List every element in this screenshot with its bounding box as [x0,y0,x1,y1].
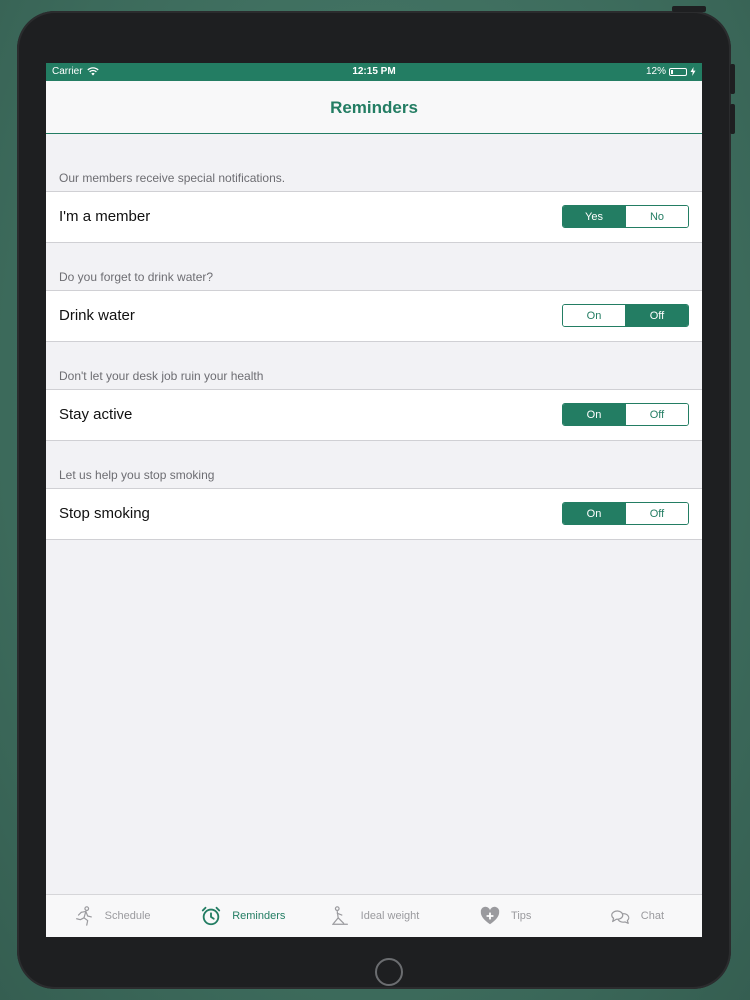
section-header: Do you forget to drink water? [46,243,702,290]
battery-icon [669,67,687,76]
tab-label: Schedule [104,910,151,922]
home-button[interactable] [375,958,403,986]
row-label: Stay active [59,406,133,423]
tab-ideal-weight[interactable]: Ideal weight [308,895,439,937]
row-label: Drink water [59,307,135,324]
segment-off[interactable]: Off [625,305,688,326]
segment-off[interactable]: Off [625,503,688,524]
running-figure-icon [75,906,92,926]
alarm-clock-icon [202,906,221,926]
member-segmented-control[interactable]: Yes No [562,205,689,228]
section-header: Don't let your desk job ruin your health [46,342,702,389]
section-header-text: Don't let your desk job ruin your health [59,369,264,383]
screen: Carrier 12:15 PM 12% Reminders Our membe… [46,63,702,937]
segment-no[interactable]: No [625,206,688,227]
tab-schedule[interactable]: Schedule [46,895,177,937]
yoga-figure-icon [331,906,348,925]
battery-percent: 12% [645,66,666,77]
charging-bolt-icon [690,67,696,76]
segment-off[interactable]: Off [625,404,688,425]
page-title: Reminders [330,98,418,117]
row-label: Stop smoking [59,505,150,522]
tab-label: Tips [511,910,532,922]
tab-bar: Schedule Reminders Ideal weight Tips Cha… [46,894,702,937]
settings-row-stop-smoking: Stop smoking On Off [46,488,702,540]
status-bar: Carrier 12:15 PM 12% [46,63,702,81]
power-button[interactable] [672,6,706,12]
tab-label: Chat [640,910,665,922]
stay-active-segmented-control[interactable]: On Off [562,403,689,426]
segment-on[interactable]: On [563,404,625,425]
section-header: Our members receive special notification… [46,134,702,191]
volume-down-button[interactable] [730,104,735,134]
segment-on[interactable]: On [563,305,625,326]
row-label: I'm a member [59,208,151,225]
section-header-text: Let us help you stop smoking [59,468,215,482]
battery-indicator: 12% [646,66,696,77]
battery-fill [671,69,673,74]
section-header-text: Our members receive special notification… [59,171,286,185]
status-time: 12:15 PM [352,66,396,77]
tab-chat[interactable]: Chat [571,895,702,937]
settings-row-stay-active: Stay active On Off [46,389,702,441]
tab-reminders[interactable]: Reminders [177,895,308,937]
settings-row-drink-water: Drink water On Off [46,290,702,342]
navigation-bar: Reminders [46,81,702,134]
drink-water-segmented-control[interactable]: On Off [562,304,689,327]
section-header-text: Do you forget to drink water? [59,270,214,284]
heart-plus-icon [480,906,500,925]
tab-tips[interactable]: Tips [440,895,571,937]
stop-smoking-segmented-control[interactable]: On Off [562,502,689,525]
volume-up-button[interactable] [730,64,735,94]
settings-row-member: I'm a member Yes No [46,191,702,243]
tab-label: Ideal weight [360,910,420,922]
tab-label: Reminders [232,910,286,922]
segment-yes[interactable]: Yes [563,206,625,227]
segment-on[interactable]: On [563,503,625,524]
settings-list: Our members receive special notification… [46,134,702,540]
chat-bubbles-icon [610,910,630,924]
section-header: Let us help you stop smoking [46,441,702,488]
